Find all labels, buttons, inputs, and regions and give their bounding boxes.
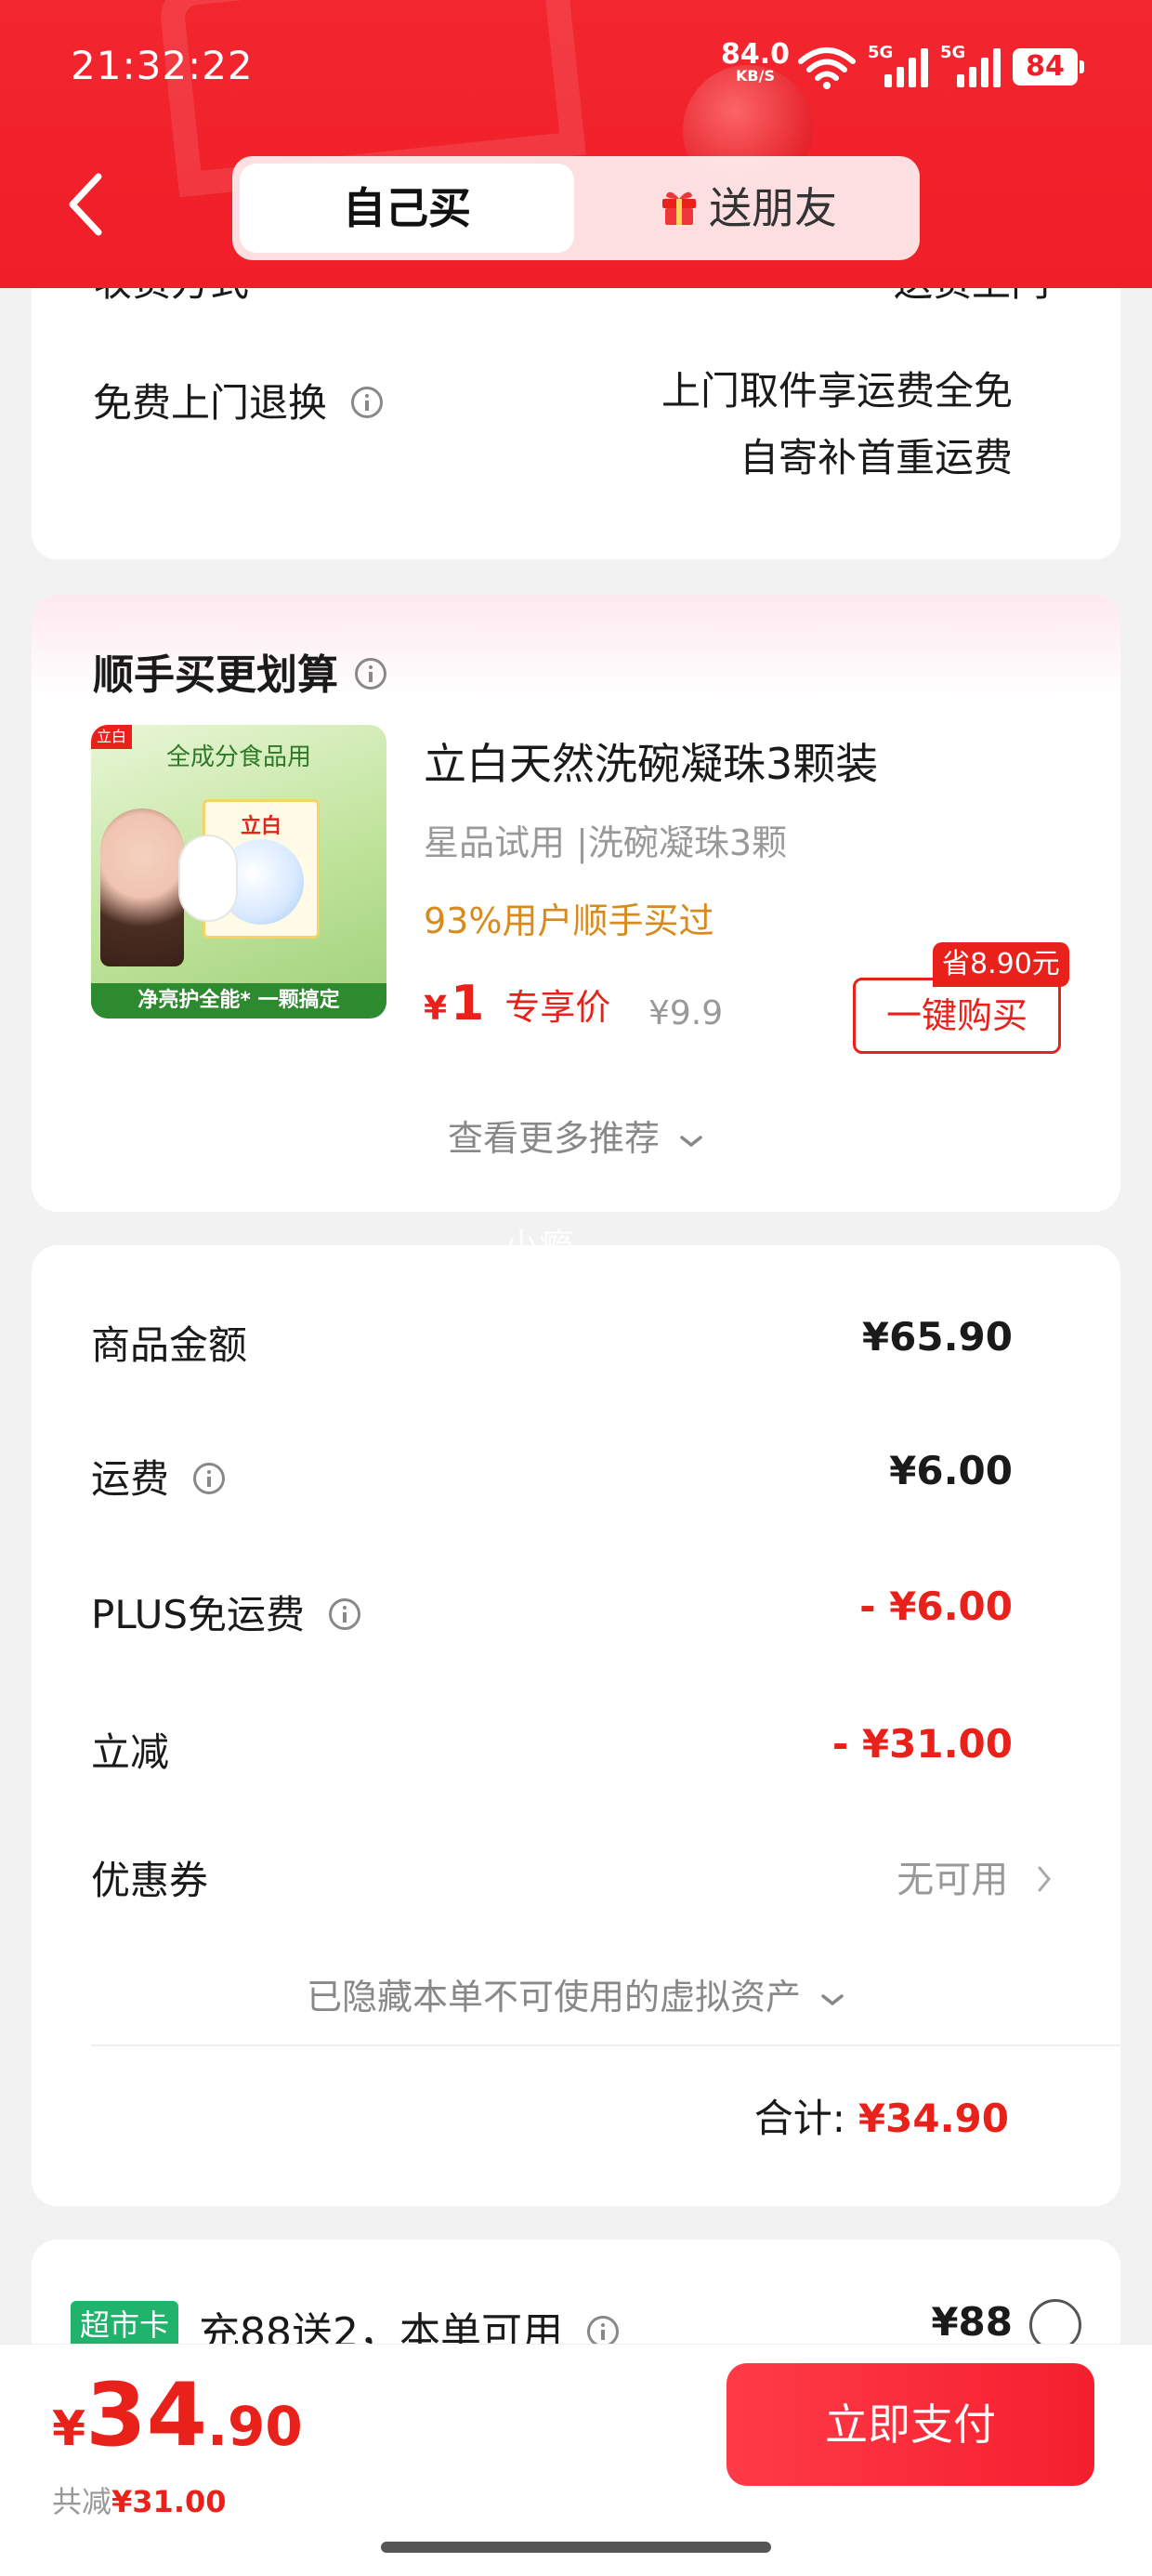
upsell-card: 顺手买更划算 立白 全成分食品用 立白 净亮护全能* 一颗搞定 立白天然洗碗凝珠… <box>32 595 1120 1212</box>
save-badge: 省8.90元 <box>933 942 1069 987</box>
bottom-checkout-bar: ¥34.90 共减¥31.00 立即支付 <box>0 2344 1152 2576</box>
signal-icon-2: 5G <box>940 43 1005 89</box>
info-icon[interactable] <box>355 658 386 690</box>
divider <box>91 2044 1120 2046</box>
instant-discount-value: - ¥31.00 <box>831 1721 1013 1767</box>
free-return-line1: 上门取件享运费全免 <box>661 368 1013 414</box>
watermark: 小瘾 <box>504 1226 575 1267</box>
plus-free-shipping-label: PLUS免运费 <box>91 1592 306 1637</box>
battery-icon: 84 <box>1013 48 1084 85</box>
info-icon[interactable] <box>351 386 384 418</box>
tab-send-friend[interactable]: 送朋友 <box>585 164 912 253</box>
product-name[interactable]: 立白天然洗碗凝珠3颗装 <box>424 730 878 792</box>
offer-price: ¥88 <box>931 2299 1013 2345</box>
one-click-buy-button[interactable]: 一键购买 <box>853 978 1061 1054</box>
total-saved: 共减¥31.00 <box>52 2478 227 2521</box>
free-return-line2: 自寄补首重运费 <box>739 435 1013 480</box>
chevron-right-icon <box>1038 1866 1051 1892</box>
goods-amount-label: 商品金额 <box>91 1322 248 1368</box>
chevron-down-icon <box>821 1993 844 2005</box>
product-image-top: 全成分食品用 <box>165 743 311 771</box>
net-speed: 84.0 KB/S <box>721 41 790 84</box>
wifi-icon <box>798 47 856 89</box>
product-image[interactable]: 立白 全成分食品用 立白 净亮护全能* 一颗搞定 <box>91 725 386 1019</box>
free-return-row: 免费上门退换 <box>93 372 384 428</box>
purchase-mode-switch: 自己买 送朋友 <box>232 156 920 260</box>
gift-icon <box>662 191 696 225</box>
total-label: 合计: <box>753 2096 845 2141</box>
instant-discount-label: 立减 <box>91 1729 170 1775</box>
coupon-label: 优惠券 <box>91 1858 209 1903</box>
price-symbol: ¥ <box>424 990 448 1028</box>
payable-price: ¥34.90 <box>52 2365 303 2466</box>
shipping-label: 运费 <box>91 1456 170 1502</box>
status-bar: 21:32:22 84.0 KB/S 5G 5G 84 <box>0 0 1152 139</box>
hidden-assets-label: 已隐藏本单不可使用的虚拟资产 <box>306 1977 801 2017</box>
social-proof: 93%用户顺手买过 <box>424 900 714 941</box>
price-value: 1 <box>451 976 485 1032</box>
upsell-title: 顺手买更划算 <box>93 651 338 699</box>
header: 21:32:22 84.0 KB/S 5G 5G 84 自己买 送朋友 <box>0 0 1152 288</box>
payable-price-integer: 34 <box>85 2365 207 2466</box>
rabbit-mascot <box>180 836 236 920</box>
coupon-selector[interactable]: 无可用 <box>897 1849 1054 1903</box>
info-icon[interactable] <box>586 2316 619 2347</box>
total-value: ¥34.90 <box>857 2096 1009 2141</box>
payable-price-decimal: .90 <box>207 2395 303 2458</box>
pay-now-button[interactable]: 立即支付 <box>727 2363 1094 2486</box>
home-indicator[interactable] <box>381 2542 771 2553</box>
payable-price-symbol: ¥ <box>52 2401 86 2457</box>
more-recommendations-label: 查看更多推荐 <box>447 1118 660 1159</box>
exclusive-price: ¥1 专享价 <box>424 976 610 1032</box>
model-figure <box>100 808 184 966</box>
info-icon[interactable] <box>329 1597 361 1630</box>
more-recommendations[interactable]: 查看更多推荐 <box>32 1110 1120 1161</box>
product-subtitle: 星品试用 |洗碗凝珠3颗 <box>424 822 788 863</box>
goods-amount-value: ¥65.90 <box>861 1314 1013 1360</box>
order-summary-card: 商品金额 ¥65.90 运费 ¥6.00 PLUS免运费 - ¥6.00 立减 … <box>32 1245 1120 2206</box>
total-row: 合计: ¥34.90 <box>754 2087 1009 2144</box>
free-return-value: 上门取件享运费全免 自寄补首重运费 <box>661 372 1013 478</box>
chevron-down-icon <box>680 1135 702 1147</box>
signal-icon-1: 5G <box>868 43 933 89</box>
tab-send-friend-label: 送朋友 <box>709 183 837 233</box>
back-arrow-icon[interactable] <box>58 167 113 242</box>
net-speed-unit: KB/S <box>736 67 775 85</box>
product-image-banner: 净亮护全能* 一颗搞定 <box>91 983 386 1019</box>
tab-buy-self[interactable]: 自己买 <box>240 164 574 253</box>
upsell-title-row: 顺手买更划算 <box>93 641 386 701</box>
coupon-value: 无可用 <box>897 1859 1009 1901</box>
shipping-row: 运费 <box>91 1448 226 1505</box>
shipping-value: ¥6.00 <box>889 1448 1013 1493</box>
price-tag: 专享价 <box>504 987 611 1028</box>
supermarket-card-badge: 超市卡 <box>71 2301 179 2349</box>
status-time: 21:32:22 <box>71 43 254 88</box>
original-price: ¥9.9 <box>648 994 724 1032</box>
free-return-label: 免费上门退换 <box>93 380 328 426</box>
total-saved-label: 共减 <box>52 2484 112 2519</box>
info-icon[interactable] <box>193 1462 226 1494</box>
plus-free-shipping-row: PLUS免运费 <box>91 1584 361 1640</box>
hidden-assets-toggle[interactable]: 已隐藏本单不可使用的虚拟资产 <box>32 1968 1120 2019</box>
plus-free-shipping-value: - ¥6.00 <box>859 1584 1013 1629</box>
total-saved-value: ¥31.00 <box>111 2484 227 2519</box>
net-speed-value: 84.0 <box>721 38 791 71</box>
